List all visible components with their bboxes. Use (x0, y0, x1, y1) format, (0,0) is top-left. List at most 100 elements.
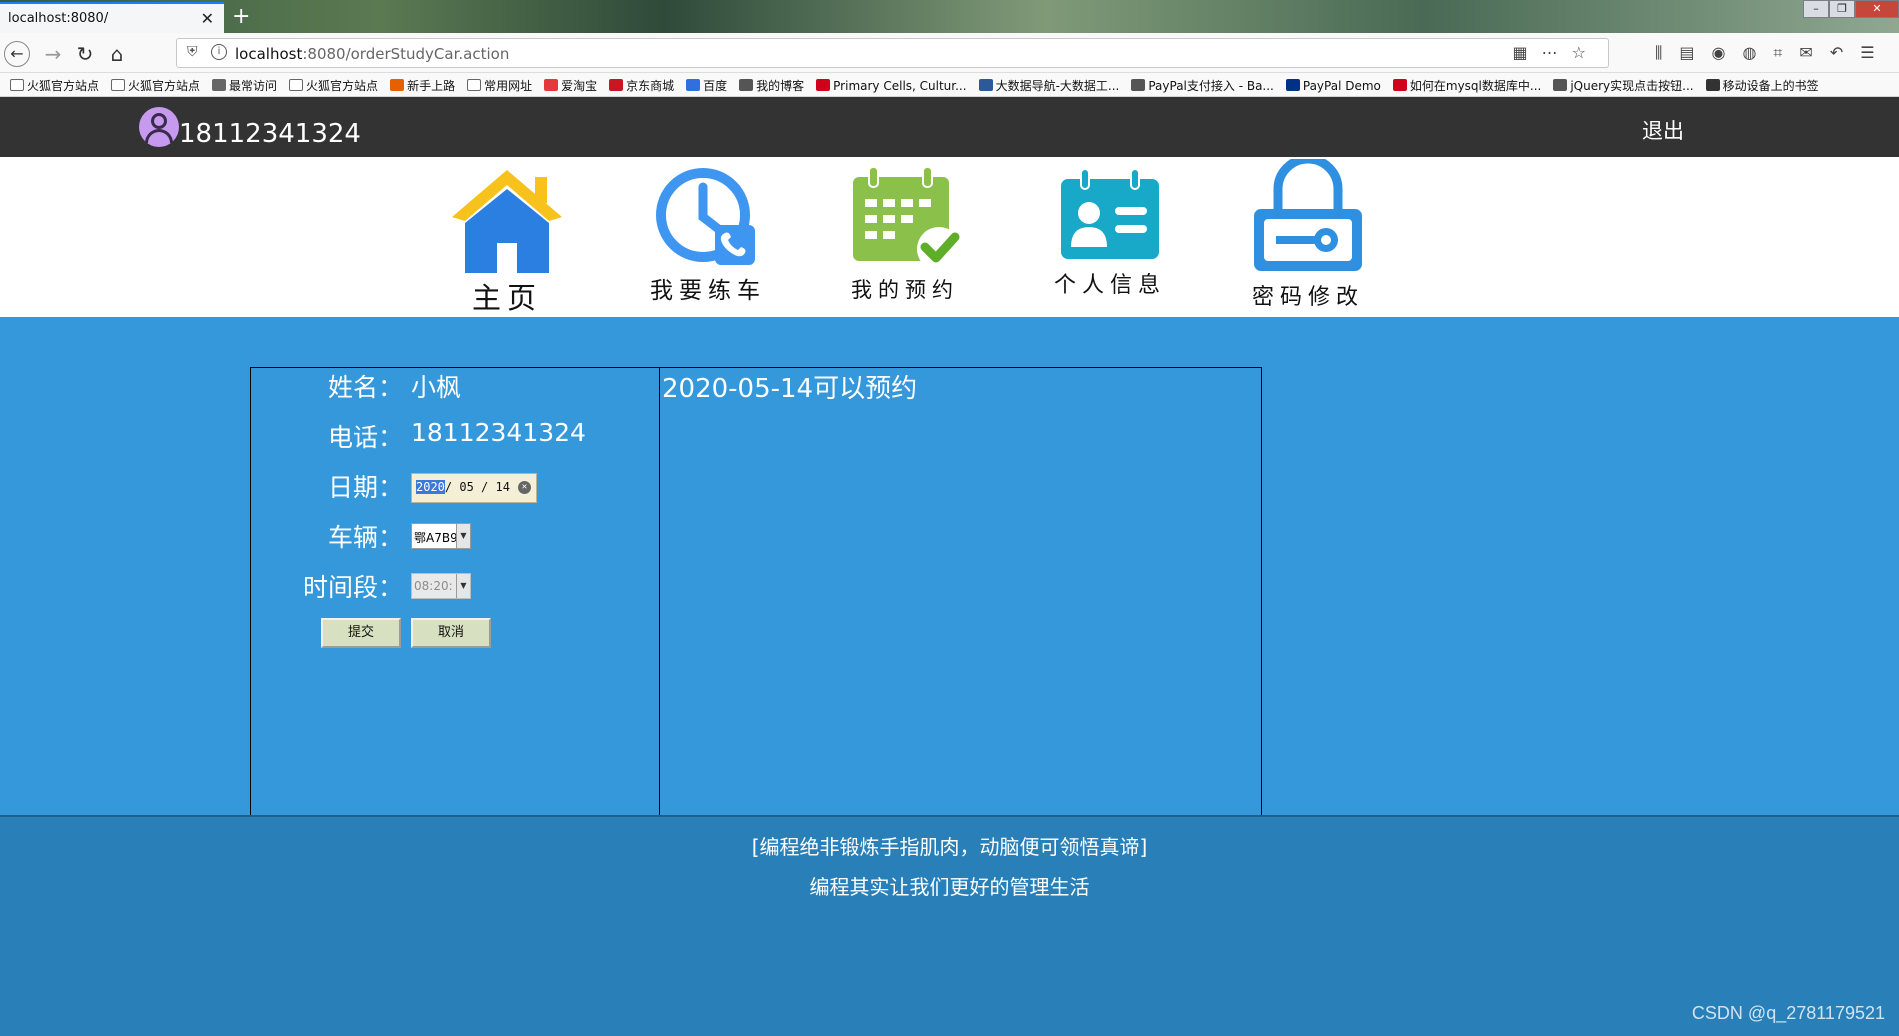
logout-link[interactable]: 退出 (1642, 115, 1684, 145)
favicon-icon (1705, 79, 1720, 91)
favicon-icon (1392, 79, 1407, 91)
toolbar-icons[interactable]: ⫼▤◉◍⌗✉↶☰ (1655, 43, 1892, 63)
bookmark-item[interactable]: 火狐官方站点 (10, 77, 99, 94)
bookmark-label: 爱淘宝 (561, 79, 598, 93)
folder-icon (289, 79, 304, 91)
nav-practice[interactable]: 我要练车 (633, 157, 783, 317)
home-icon[interactable]: ⌂ (104, 41, 130, 67)
car-select[interactable]: 鄂A7B9 ▼ (411, 523, 471, 549)
date-month-day: / 05 / 14 (444, 480, 510, 494)
folder-icon (10, 79, 24, 91)
favicon-icon (390, 79, 405, 91)
bookmark-item[interactable]: 新手上路 (390, 77, 455, 94)
minimize-icon[interactable]: – (1803, 0, 1829, 18)
favicon-icon (1131, 79, 1146, 91)
browser-tab[interactable]: localhost:8080/ ✕ (0, 2, 224, 33)
clear-date-icon[interactable]: ✕ (518, 481, 531, 494)
bookmark-label: 火狐官方站点 (27, 79, 100, 93)
nav-profile[interactable]: 个人信息 (1035, 157, 1185, 317)
clock-phone-icon (656, 168, 755, 265)
bookmark-item[interactable]: 最常访问 (212, 77, 277, 94)
button-row: 提交 取消 (251, 618, 661, 658)
time-label: 时间段： (302, 573, 403, 602)
time-select-value: 08:20: (414, 579, 453, 593)
car-label: 车辆： (327, 523, 403, 552)
time-row: 时间段： 08:20: ▼ (251, 568, 661, 608)
bookmark-item[interactable]: jQuery实现点击按钮... (1553, 77, 1694, 94)
avatar-body-shape (145, 129, 173, 143)
chevron-down-icon[interactable]: ▼ (456, 524, 470, 548)
bookmark-label: 京东商城 (626, 79, 675, 93)
bookmark-label: jQuery实现点击按钮... (1570, 79, 1694, 93)
site-info-icon[interactable]: i (211, 44, 227, 60)
order-form: 姓名： 小枫 电话： 18112341324 日期： 2020/ 05 / 14… (250, 367, 660, 816)
browser-navbar: ← → ↻ ⌂ ⛨ i localhost:8080/orderStudyCar… (0, 33, 1899, 73)
bookmark-item[interactable]: 我的博客 (739, 77, 804, 94)
browser-tab-strip: localhost:8080/ ✕ + – ❐ ✕ (0, 0, 1899, 33)
favicon-icon (609, 79, 624, 91)
bookmark-item[interactable]: PayPal支付接入 - Ba... (1131, 77, 1274, 94)
watermark: CSDN @q_2781179521 (1691, 1003, 1885, 1023)
nav-password[interactable]: 密码修改 (1233, 157, 1383, 317)
bookmark-item[interactable]: PayPal Demo (1285, 79, 1381, 93)
favicon-icon (544, 79, 559, 91)
cancel-button[interactable]: 取消 (411, 618, 491, 648)
nav-home[interactable]: 主页 (432, 157, 582, 317)
forward-icon[interactable]: → (40, 41, 66, 67)
restore-icon[interactable]: ❐ (1829, 0, 1855, 18)
phone-value: 18112341324 (411, 418, 586, 447)
bookmark-item[interactable]: 移动设备上的书签 (1705, 77, 1819, 94)
car-select-value: 鄂A7B9 (414, 531, 458, 545)
back-icon[interactable]: ← (4, 41, 30, 67)
nav-profile-label: 个人信息 (1053, 273, 1166, 298)
avatar[interactable] (139, 107, 179, 147)
bookmark-label: PayPal支付接入 - Ba... (1148, 79, 1274, 93)
nav-practice-label: 我要练车 (650, 278, 766, 304)
date-input[interactable]: 2020/ 05 / 14 ✕ (411, 473, 537, 503)
bookmark-item[interactable]: 火狐官方站点 (111, 77, 200, 94)
bookmark-label: 火狐官方站点 (128, 79, 201, 93)
nav-home-label: 主页 (471, 281, 542, 315)
name-value: 小枫 (411, 373, 462, 402)
new-tab-icon[interactable]: + (232, 4, 250, 29)
bookmark-item[interactable]: 常用网址 (467, 77, 532, 94)
bookmark-item[interactable]: 京东商城 (609, 77, 674, 94)
home-icon (452, 170, 562, 273)
bookmark-item[interactable]: 火狐官方站点 (289, 77, 378, 94)
close-tab-icon[interactable]: ✕ (201, 9, 214, 28)
bookmark-item[interactable]: 如何在mysql数据库中... (1392, 77, 1541, 94)
time-select[interactable]: 08:20: ▼ (411, 573, 471, 599)
phone-row: 电话： 18112341324 (251, 418, 661, 458)
bookmark-label: PayPal Demo (1302, 79, 1381, 93)
bookmark-item[interactable]: 百度 (686, 77, 727, 94)
footer-motto: [编程绝非锻炼手指肌肉，动脑便可领悟真谛] (751, 835, 1148, 859)
footer-slogan: 编程其实让我们更好的管理生活 (809, 875, 1090, 899)
favicon-icon (212, 79, 227, 91)
favicon-icon (1553, 79, 1568, 91)
name-label: 姓名： (327, 373, 403, 402)
bookmark-label: 移动设备上的书签 (1722, 79, 1819, 93)
bookmark-item[interactable]: 爱淘宝 (544, 77, 597, 94)
reload-icon[interactable]: ↻ (72, 41, 98, 67)
favicon-icon (1285, 79, 1300, 91)
car-row: 车辆： 鄂A7B9 ▼ (251, 518, 661, 558)
nav-appointments[interactable]: 我的预约 (830, 157, 980, 317)
address-bar[interactable]: ⛨ i localhost:8080/orderStudyCar.action … (176, 38, 1609, 68)
folder-icon (111, 79, 126, 91)
availability-message: 2020-05-14可以预约 (662, 374, 918, 404)
availability-panel: 2020-05-14可以预约 (659, 367, 1262, 816)
url-host: localhost (235, 45, 303, 63)
bookmark-label: 最常访问 (229, 79, 278, 93)
nav-password-label: 密码修改 (1251, 285, 1364, 310)
window-controls: – ❐ ✕ (1803, 0, 1899, 18)
bookmark-item[interactable]: 大数据导航-大数据工... (978, 77, 1120, 94)
main-content: 姓名： 小枫 电话： 18112341324 日期： 2020/ 05 / 14… (0, 317, 1899, 816)
bookmark-item[interactable]: Primary Cells, Cultur... (816, 79, 967, 93)
url-path: :8080/orderStudyCar.action (302, 45, 510, 63)
bookmark-label: 大数据导航-大数据工... (995, 79, 1120, 93)
page-actions-icon[interactable]: ▦⋯☆ (1513, 43, 1600, 62)
close-window-icon[interactable]: ✕ (1855, 0, 1899, 18)
url-text[interactable]: localhost:8080/orderStudyCar.action (235, 45, 509, 63)
shield-icon[interactable]: ⛨ (187, 44, 198, 60)
submit-button[interactable]: 提交 (321, 618, 401, 648)
